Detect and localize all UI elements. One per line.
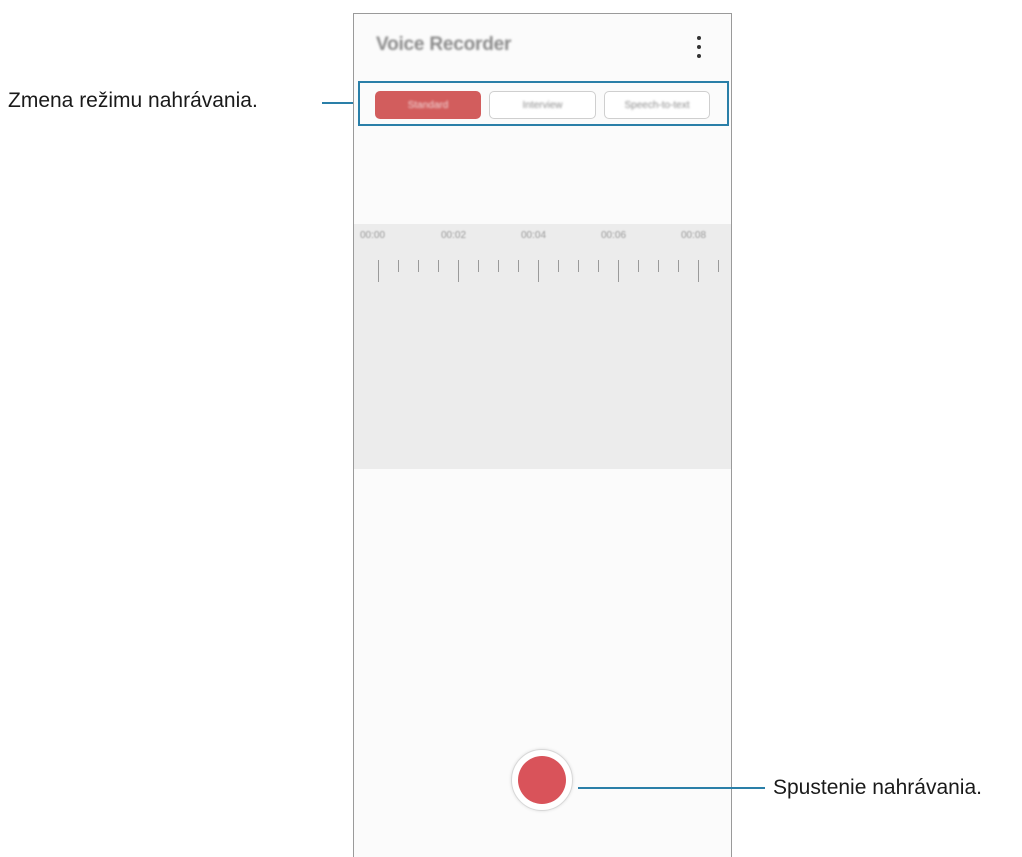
time-label: 00:08 <box>681 230 707 241</box>
timeline-tick <box>638 260 639 272</box>
timeline-tick <box>578 260 579 272</box>
mode-standard-button[interactable]: Standard <box>375 91 481 119</box>
timeline-tick <box>658 260 659 272</box>
timeline-tick <box>378 260 379 282</box>
timeline-tick <box>418 260 419 272</box>
mode-interview-button[interactable]: Interview <box>489 91 596 119</box>
callout-start-recording: Spustenie nahrávania. <box>773 776 982 799</box>
timeline-tick <box>478 260 479 272</box>
time-label: 00:02 <box>441 230 467 241</box>
time-label: 00:04 <box>521 230 547 241</box>
timeline-tick <box>438 260 439 272</box>
more-options-icon[interactable] <box>692 36 706 58</box>
timeline-tick <box>718 260 719 272</box>
timeline-tick <box>598 260 599 272</box>
time-label: 00:06 <box>601 230 627 241</box>
timeline-tick <box>538 260 539 282</box>
timeline-tick <box>618 260 619 282</box>
record-button[interactable] <box>511 749 573 811</box>
callout-line-mode <box>322 102 357 104</box>
timeline-tick <box>498 260 499 272</box>
timeline-tick <box>518 260 519 272</box>
timeline-tick <box>458 260 459 282</box>
timeline: 00:00 00:02 00:04 00:06 00:08 <box>354 220 731 282</box>
phone-screen: Voice Recorder Standard Interview Speech… <box>353 13 732 857</box>
time-label: 00:00 <box>360 230 386 241</box>
app-title: Voice Recorder <box>376 34 512 55</box>
mode-speech-to-text-button[interactable]: Speech-to-text <box>604 91 710 119</box>
timeline-tick <box>558 260 559 272</box>
callout-line-record <box>578 787 765 789</box>
timeline-tick <box>398 260 399 272</box>
timeline-tick <box>678 260 679 272</box>
record-icon <box>518 756 566 804</box>
callout-mode-change: Zmena režimu nahrávania. <box>8 89 258 112</box>
timeline-tick <box>698 260 699 282</box>
